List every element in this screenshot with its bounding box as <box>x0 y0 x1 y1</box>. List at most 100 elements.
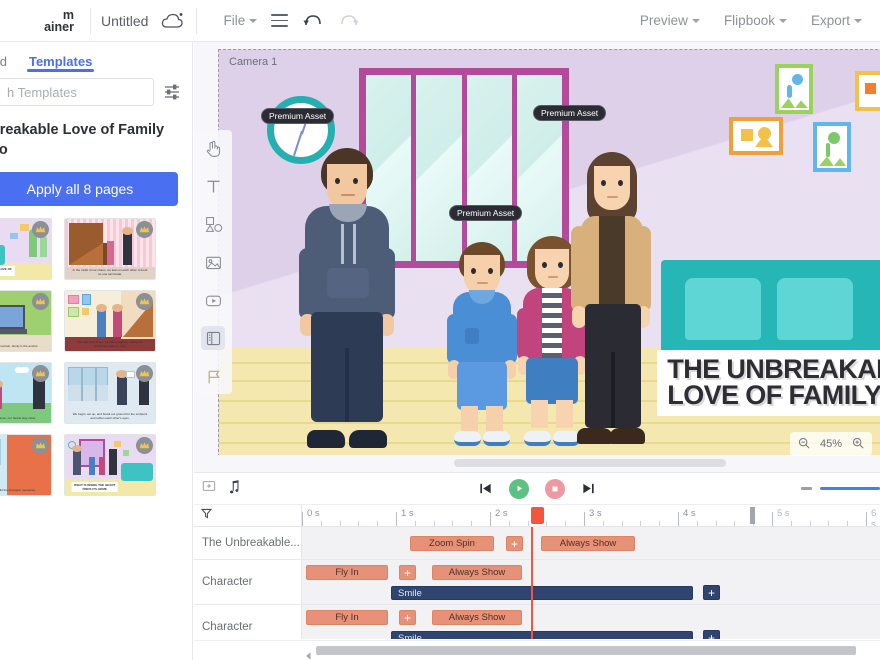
end-marker-handle[interactable] <box>750 507 755 524</box>
clip-zoom-spin[interactable]: Zoom Spin <box>410 536 494 551</box>
track-lane[interactable]: Zoom Spin + Always Show <box>302 527 880 559</box>
picture-frame-1[interactable] <box>775 64 813 114</box>
track-row-character-1[interactable]: Character Fly In + Always Show Smile + <box>194 560 880 605</box>
layout-tool[interactable] <box>201 326 225 350</box>
skip-to-start-button[interactable] <box>478 481 493 496</box>
tick-label: 5 s <box>777 508 790 519</box>
scrollbar-thumb[interactable] <box>454 459 726 467</box>
file-menu[interactable]: File <box>223 13 257 28</box>
crown-icon <box>32 365 49 382</box>
search-input[interactable]: h Templates <box>0 78 154 106</box>
stop-button[interactable] <box>545 479 565 499</box>
add-frame-icon[interactable] <box>202 479 216 498</box>
cloud-sync-icon[interactable] <box>160 10 186 32</box>
title-text-asset[interactable]: THE UNBREAKAB LOVE OF FAMILY <box>657 350 880 416</box>
text-tool[interactable] <box>201 174 225 198</box>
scroll-left-arrow-icon[interactable] <box>306 647 312 660</box>
timeline-horizontal-scrollbar[interactable] <box>194 640 880 660</box>
preview-menu[interactable]: Preview <box>640 13 700 28</box>
magnifier-minus-icon[interactable] <box>798 437 810 452</box>
tab-templates[interactable]: Templates <box>27 50 94 74</box>
magnifier-plus-icon[interactable] <box>852 437 864 452</box>
template-thumb-5[interactable]: No matter the distance, our hearts stay … <box>0 362 52 424</box>
apply-all-pages-button[interactable]: Apply all 8 pages <box>0 172 178 206</box>
thumb-caption: When home feels uncertain, family is the… <box>0 344 45 348</box>
clip-always-show[interactable]: Always Show <box>541 536 635 551</box>
tick-label: 4 s <box>683 508 696 519</box>
canvas-zoom-control[interactable]: 45% <box>790 432 872 456</box>
export-menu[interactable]: Export <box>811 13 862 28</box>
add-animation-button[interactable]: + <box>399 610 416 625</box>
minus-icon[interactable] <box>801 487 812 490</box>
chevron-down-icon <box>692 19 700 23</box>
template-title: nbreakable Love of Family deo <box>0 120 192 160</box>
undo-icon[interactable] <box>302 11 324 31</box>
template-thumb-7[interactable]: Little moments build the strongest memor… <box>0 434 52 496</box>
add-animation-button[interactable]: + <box>506 536 523 551</box>
clip-smile[interactable]: Smile <box>391 586 693 600</box>
character-father[interactable] <box>297 148 397 448</box>
zoom-level-label: 45% <box>820 438 842 450</box>
shape-tool[interactable] <box>201 212 225 236</box>
funnel-filter-icon[interactable] <box>200 507 213 525</box>
playhead-handle[interactable] <box>531 507 544 524</box>
image-tool[interactable] <box>201 250 225 274</box>
music-note-icon[interactable] <box>226 479 241 499</box>
flag-tool[interactable] <box>201 364 225 388</box>
character-boy[interactable] <box>447 242 517 446</box>
timeline-zoom-slider[interactable] <box>820 487 880 490</box>
template-thumb-1[interactable]: THE UNBREAKABLE LOVE OF FAMILY <box>0 218 52 280</box>
clip-always-show[interactable]: Always Show <box>432 610 522 625</box>
clip-always-show[interactable]: Always Show <box>432 565 522 580</box>
redo-icon[interactable] <box>338 11 360 31</box>
canvas-horizontal-scrollbar[interactable] <box>194 455 880 472</box>
track-row-character-2[interactable]: Character Fly In + Always Show Smile + <box>194 605 880 639</box>
crown-icon <box>136 365 153 382</box>
clip-smile[interactable]: Smile <box>391 631 693 639</box>
clip-fly-in[interactable]: Fly In <box>306 565 388 580</box>
document-title[interactable]: Untitled <box>101 13 148 29</box>
time-ruler[interactable]: 0 s 1 s 2 s 3 s 4 s 5 s 6 s <box>194 505 880 527</box>
header-menu: File <box>223 11 360 31</box>
skip-to-end-button[interactable] <box>581 481 596 496</box>
scrollbar-thumb[interactable] <box>316 646 856 655</box>
track-name: The Unbreakable... <box>194 527 302 559</box>
template-thumb-3[interactable]: When home feels uncertain, family is the… <box>0 290 52 352</box>
add-emotion-button[interactable]: + <box>703 585 720 600</box>
picture-frame-2[interactable] <box>855 71 880 111</box>
template-thumb-6[interactable]: We begin, set up, and break our ground f… <box>64 362 156 424</box>
track-lane[interactable]: Fly In + Always Show Smile + <box>302 560 880 604</box>
premium-asset-badge-2: Premium Asset <box>533 105 606 121</box>
ruler-ticks: 0 s 1 s 2 s 3 s 4 s 5 s 6 s <box>302 505 880 526</box>
sliders-filter-icon[interactable] <box>162 82 182 102</box>
template-thumb-8[interactable]: WHAT IS INSIDE THE HEART FINDS ITS HOME <box>64 434 156 496</box>
track-row-text[interactable]: The Unbreakable... Zoom Spin + Always Sh… <box>194 527 880 560</box>
canvas-area[interactable]: THE UNBREAKAB LOVE OF FAMILY Camera 1 Pr… <box>194 42 880 472</box>
template-thumbnail-grid: THE UNBREAKABLE LOVE OF FAMILY In the mi… <box>0 218 192 496</box>
character-mother[interactable] <box>571 152 651 444</box>
app-logo[interactable]: m ainer <box>0 9 80 33</box>
tick-label: 0 s <box>307 508 320 519</box>
tab-used[interactable]: sed <box>0 50 9 74</box>
thumb-caption: WHAT IS INSIDE THE HEART FINDS ITS HOME <box>71 482 118 492</box>
play-button[interactable] <box>509 479 529 499</box>
add-emotion-button[interactable]: + <box>703 630 720 639</box>
picture-frame-4[interactable] <box>813 122 851 172</box>
hamburger-menu-icon[interactable] <box>271 14 288 27</box>
template-thumb-2[interactable]: In the midst of our chaos, we lean on ea… <box>64 218 156 280</box>
hand-tool[interactable] <box>201 136 225 160</box>
template-thumb-4[interactable]: Through hard times, we stand together, f… <box>64 290 156 352</box>
crown-icon <box>136 293 153 310</box>
clip-fly-in[interactable]: Fly In <box>306 610 388 625</box>
logo-line-1: m <box>0 9 74 21</box>
header-divider-1 <box>90 8 91 34</box>
export-label: Export <box>811 13 850 28</box>
picture-frame-3[interactable] <box>729 117 783 155</box>
scene-canvas[interactable]: THE UNBREAKAB LOVE OF FAMILY Camera 1 Pr… <box>218 49 880 457</box>
video-tool[interactable] <box>201 288 225 312</box>
templates-sidebar: sed Templates h Templates nbreakable Lov… <box>0 42 193 660</box>
add-animation-button[interactable]: + <box>399 565 416 580</box>
flipbook-menu[interactable]: Flipbook <box>724 13 787 28</box>
track-lane[interactable]: Fly In + Always Show Smile + <box>302 605 880 639</box>
tick-label: 6 s <box>871 508 880 526</box>
